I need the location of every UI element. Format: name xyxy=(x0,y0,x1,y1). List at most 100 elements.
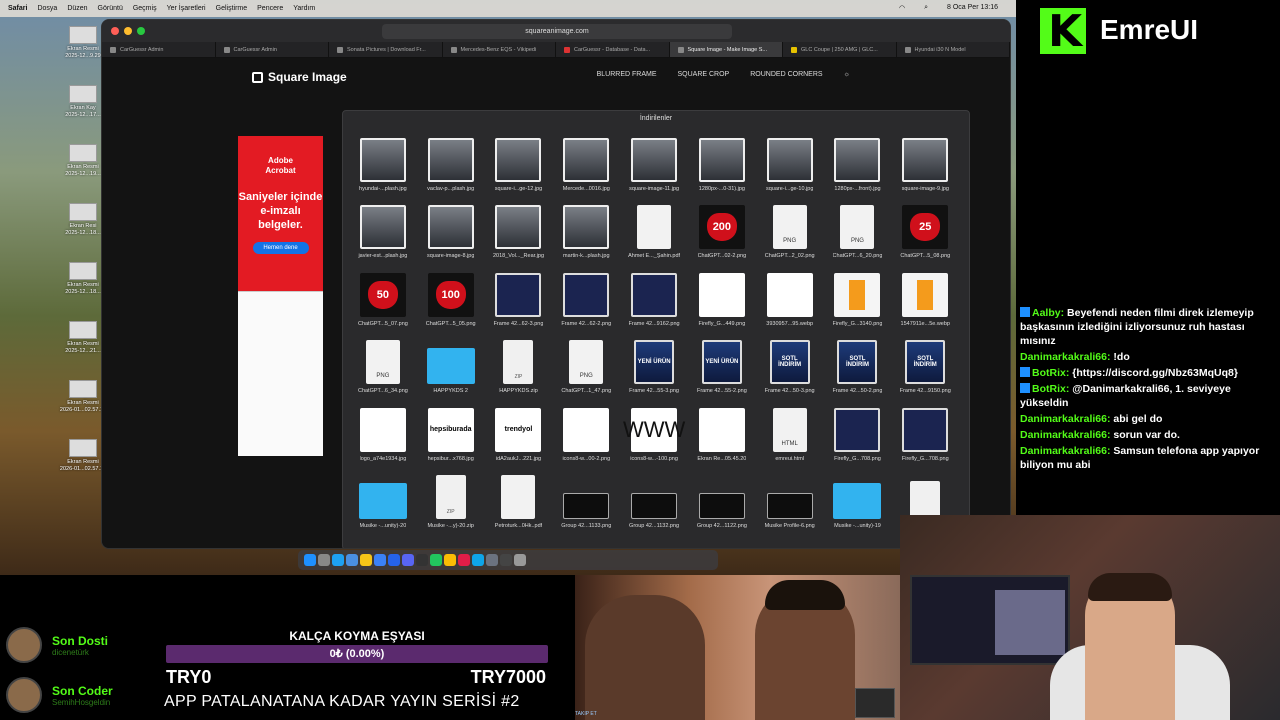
download-item[interactable]: Musike -...unity)-19 xyxy=(824,466,892,534)
discord-icon[interactable] xyxy=(402,554,414,566)
mail-icon[interactable] xyxy=(346,554,358,566)
search-icon[interactable]: ⌕ xyxy=(924,4,928,12)
menu-bookmarks[interactable]: Yer İşaretleri xyxy=(167,5,206,12)
download-item[interactable]: SOTL İNDİRİM Frame 42...50-2.png xyxy=(824,331,892,399)
download-item[interactable]: WWW icons8-w...-100.png xyxy=(620,398,688,466)
download-item[interactable]: Firefly_G...708.png xyxy=(824,398,892,466)
download-item[interactable]: Group 42...1133.png xyxy=(552,466,620,534)
download-item[interactable]: Petroturk...0Hk..pdf xyxy=(485,466,553,534)
download-item[interactable]: Firefly_G...3140.png xyxy=(824,263,892,331)
download-item[interactable]: 2018_Vol..._Rear.jpg xyxy=(485,196,553,264)
menu-safari[interactable]: Safari xyxy=(8,5,27,12)
download-item[interactable]: square-i...ge-10.jpg xyxy=(756,128,824,196)
download-item[interactable]: square-image-9.jpg xyxy=(891,128,959,196)
download-item[interactable]: 25 ChatGPT...5_08.png xyxy=(891,196,959,264)
zoom-window-button[interactable] xyxy=(137,27,145,35)
download-item[interactable]: square-image-8.jpg xyxy=(417,196,485,264)
download-item[interactable]: 1280px-...front).jpg xyxy=(824,128,892,196)
download-item[interactable]: Ekran Re...05.45.20 xyxy=(688,398,756,466)
menu-file[interactable]: Dosya xyxy=(37,5,57,12)
app-store-icon[interactable] xyxy=(374,554,386,566)
download-item[interactable]: PNG ChatGPT...1_47.png xyxy=(552,331,620,399)
download-item[interactable]: PNG ChatGPT...6_34.png xyxy=(349,331,417,399)
chat-username[interactable]: BotRix: xyxy=(1032,367,1069,379)
download-item[interactable]: trendyol idA2aukJ...221.jpg xyxy=(485,398,553,466)
download-item[interactable]: Mercede...0016.jpg xyxy=(552,128,620,196)
download-item[interactable]: YENİ ÜRÜN Frame 42...55-2.png xyxy=(688,331,756,399)
tab-carguessr-admin[interactable]: CarGuessr Admin xyxy=(102,42,216,57)
download-item[interactable]: square-image-11.jpg xyxy=(620,128,688,196)
minimize-window-button[interactable] xyxy=(124,27,132,35)
download-item[interactable]: ZIP Musike -...y)-20.zip xyxy=(417,466,485,534)
download-item[interactable]: hyundai-...plash.jpg xyxy=(349,128,417,196)
tab-glc-coupe[interactable]: GLC Coupe | 250 AMG | GLC... xyxy=(783,42,897,57)
nav-square-crop[interactable]: SQUARE CROP xyxy=(678,71,730,78)
safari-icon[interactable] xyxy=(332,554,344,566)
launchpad-icon[interactable] xyxy=(318,554,330,566)
download-item[interactable]: icons8-w...00-2.png xyxy=(552,398,620,466)
theme-toggle-icon[interactable]: ☼ xyxy=(844,71,850,78)
download-item[interactable]: 3930957...95.webp xyxy=(756,263,824,331)
chat-username[interactable]: Aalby: xyxy=(1032,307,1064,319)
terminal-icon[interactable] xyxy=(416,554,428,566)
download-item[interactable]: Frame 42...9162.png xyxy=(620,263,688,331)
close-window-button[interactable] xyxy=(111,27,119,35)
download-item[interactable]: Musike -...unity)-20 xyxy=(349,466,417,534)
menu-develop[interactable]: Geliştirme xyxy=(216,5,248,12)
finder-icon[interactable] xyxy=(304,554,316,566)
download-item[interactable]: HTML emreui.html xyxy=(756,398,824,466)
download-item[interactable]: PNG ChatGPT...6_20.png xyxy=(824,196,892,264)
kick-icon[interactable] xyxy=(430,554,442,566)
address-bar[interactable]: squareanimage.com xyxy=(382,24,732,39)
download-item[interactable]: 200 ChatGPT...02-2.png xyxy=(688,196,756,264)
menubar-clock[interactable]: 8 Oca Per 13:16 xyxy=(947,4,998,12)
download-item[interactable]: SOTL İNDİRİM Frame 42...9150.png xyxy=(891,331,959,399)
menu-history[interactable]: Geçmiş xyxy=(133,5,157,12)
chrome-icon[interactable] xyxy=(444,554,456,566)
download-item[interactable]: YENİ ÜRÜN Frame 42...55-3.png xyxy=(620,331,688,399)
adobe-acrobat-ad[interactable]: Adobe Acrobat Saniyeler içinde e-imzalı … xyxy=(238,136,323,456)
tab-sonata-pictures[interactable]: Sonata Pictures | Download Fr... xyxy=(329,42,443,57)
tab-carguessr-database[interactable]: CarGuessr - Database - Data... xyxy=(556,42,670,57)
xcode-icon[interactable] xyxy=(388,554,400,566)
download-item[interactable]: PNG ChatGPT...2_02.png xyxy=(756,196,824,264)
download-item[interactable]: square-i...ge-12.jpg xyxy=(485,128,553,196)
download-item[interactable]: martin-k...plash.jpg xyxy=(552,196,620,264)
download-item[interactable]: 1547911e...5e.webp xyxy=(891,263,959,331)
download-item[interactable]: Frame 42...62-3.png xyxy=(485,263,553,331)
download-item[interactable]: Group 42...1132.png xyxy=(620,466,688,534)
tab-mercedes-eqs[interactable]: Mercedes-Benz EQS - Vikipedi xyxy=(443,42,556,57)
download-item[interactable]: Ahmet E..._Şahin.pdf xyxy=(620,196,688,264)
download-item[interactable]: Firefly_G...449.png xyxy=(688,263,756,331)
tab-hyundai-i30n[interactable]: Hyundai i30 N Model xyxy=(897,42,1010,57)
site-logo[interactable]: Square Image xyxy=(252,70,347,84)
download-item[interactable]: hepsiburada hepsibur...x768.jpg xyxy=(417,398,485,466)
tab-carguessr-admin-2[interactable]: CarGuessr Admin xyxy=(216,42,329,57)
menu-view[interactable]: Görüntü xyxy=(98,5,123,12)
chat-username[interactable]: Danimarkakrali66: xyxy=(1020,351,1110,363)
tab-square-image[interactable]: Square Image - Make Image S... xyxy=(669,42,783,57)
downloads-stack-icon[interactable] xyxy=(500,554,512,566)
settings-icon[interactable] xyxy=(486,554,498,566)
menu-window[interactable]: Pencere xyxy=(257,5,283,12)
download-item[interactable]: Firefly_G...708.png xyxy=(891,398,959,466)
chat-username[interactable]: Danimarkakrali66: xyxy=(1020,445,1110,457)
trash-icon[interactable] xyxy=(514,554,526,566)
menu-help[interactable]: Yardım xyxy=(293,5,315,12)
download-item[interactable]: Musike Profile-6.png xyxy=(756,466,824,534)
download-item[interactable]: 100 ChatGPT...5_05.png xyxy=(417,263,485,331)
chat-username[interactable]: Danimarkakrali66: xyxy=(1020,429,1110,441)
opera-icon[interactable] xyxy=(458,554,470,566)
ad-cta-button[interactable]: Hemen dene xyxy=(252,242,309,254)
nav-blurred-frame[interactable]: BLURRED FRAME xyxy=(597,71,657,78)
chat-username[interactable]: BotRix: xyxy=(1032,383,1069,395)
nav-rounded-corners[interactable]: ROUNDED CORNERS xyxy=(750,71,822,78)
download-item[interactable]: vaclav-p...plash.jpg xyxy=(417,128,485,196)
download-item[interactable]: javier-est...plash.jpg xyxy=(349,196,417,264)
vscode-icon[interactable] xyxy=(472,554,484,566)
download-item[interactable]: 50 ChatGPT...5_07.png xyxy=(349,263,417,331)
download-item[interactable]: Group 42...1122.png xyxy=(688,466,756,534)
chat-username[interactable]: Danimarkakrali66: xyxy=(1020,413,1110,425)
notes-icon[interactable] xyxy=(360,554,372,566)
download-item[interactable]: SOTL İNDİRİM Frame 42...50-3.png xyxy=(756,331,824,399)
